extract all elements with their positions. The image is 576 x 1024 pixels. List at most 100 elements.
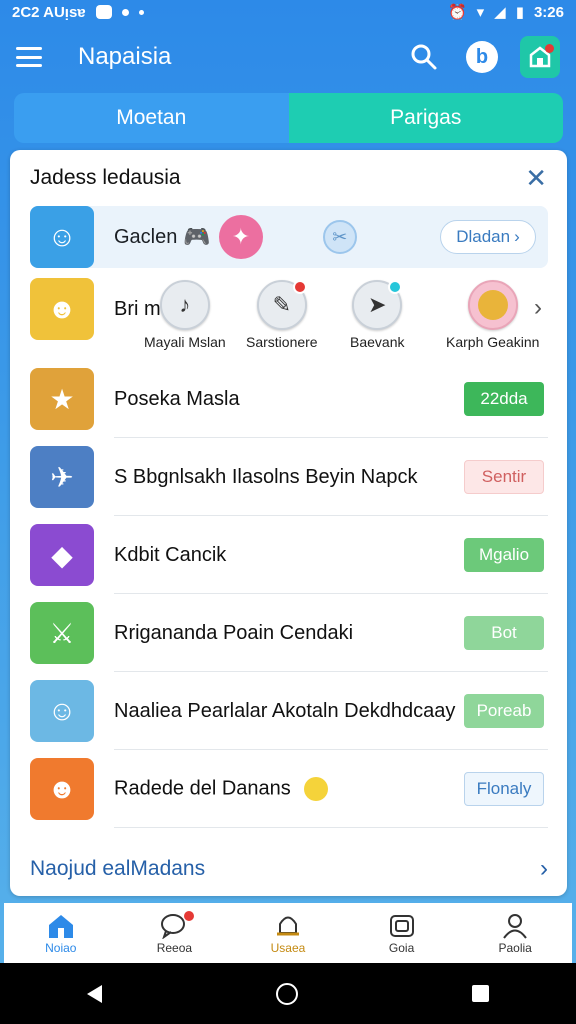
item-thumbnail: ◆ [30,524,94,586]
shortcut-label: Mayali Mslan [144,334,226,350]
profile-avatar: b [466,41,498,73]
nav-label: Goia [388,941,415,955]
see-more-label: Naojud ealMadans [30,857,206,880]
bottom-navigation: Noiao Reeoa Usaea Goia Paolia [4,903,572,963]
shortcut-thumbnail: ☻ [30,278,94,340]
tools-icon: ✂ [322,220,357,254]
shortcut-label: Sarstionere [246,334,318,350]
nav-home[interactable]: Noiao [4,903,118,963]
item-thumbnail: ★ [30,368,94,430]
featured-thumbnail: ☺ [30,206,94,268]
battery-icon: ▮ [515,4,524,21]
notification-badge [545,44,554,53]
shortcut-row: ☻ Bri ma ♪ Mayali Mslan ✎ Sarstionere ➤ … [30,278,548,352]
nav-profile[interactable]: Paolia [458,903,572,963]
nav-label: Noiao [45,941,77,955]
nav-label: Reeoa [156,941,193,955]
status-left-text: 2C2 AUᴉsɐ [12,3,86,21]
music-note-icon: ♪ [159,280,210,330]
nav-label: Paolia [498,941,532,955]
featured-action-label: Dladan [456,227,511,246]
shortcut-item[interactable]: ♪ Mayali Mslan [144,280,226,350]
list-item[interactable]: ★ Poseka Masla 22dda [30,360,548,438]
nav-camera[interactable]: Goia [345,903,459,963]
shortcut-item[interactable]: Karph Geakinn [446,280,539,350]
item-name: Poseka Masla [114,388,240,410]
item-action-button[interactable]: Flonaly [464,772,544,806]
coin-icon [467,280,518,330]
home-icon [47,911,75,941]
status-time: 3:26 [533,3,564,21]
item-action-button[interactable]: Mgalio [464,538,544,572]
nav-chat[interactable]: Reeoa [118,903,232,963]
menu-icon[interactable] [16,47,42,67]
notification-badge [184,911,195,921]
alarm-icon: ⏰ [447,4,467,21]
shortcut-label: Karph Geakinn [446,334,540,350]
item-action-button[interactable]: Sentir [464,460,544,494]
dragon-icon: ✦ [218,215,263,259]
shortcut-item[interactable]: ➤ Baevank [350,280,404,350]
item-thumbnail: ☺ [30,680,94,742]
item-name: Kdbit Cancik [114,544,227,566]
shortcut-item[interactable]: ✎ Sarstionere [246,280,318,350]
card-title: Jadess ledausia [30,166,181,189]
navigation-icon: ➤ [352,280,403,330]
featured-action-button[interactable]: Dladan › [440,220,536,254]
item-name: Naaliea Pearlalar Akotaln Dekdhdcaay [114,700,456,722]
chevron-right-icon: › [514,227,520,246]
camera-icon [388,911,416,941]
game-icon: 🎮 [183,224,211,249]
notification-icon [95,5,112,19]
wrench-icon: ✎ [256,280,307,330]
game-list: ★ Poseka Masla 22dda ✈ S Bbgnlsakh Ilaso… [30,360,548,828]
app-title: Napaisia [78,43,172,70]
app-bar: Napaisia b [0,26,576,88]
featured-row[interactable]: ☺ Gaclen 🎮 ✦ ✂ Dladan › [30,206,548,268]
signal-icon: ◢ [494,4,506,21]
tab-parigas[interactable]: Parigas [288,93,563,143]
status-bar: 2C2 AUᴉsɐ ⏰ ▾ ◢ ▮ 3:26 [0,0,576,24]
chevron-right-icon[interactable]: › [534,294,542,322]
tab-bar: Moetan Parigas [14,93,563,143]
store-icon [520,36,560,78]
item-name: S Bbgnlsakh Ilasolns Beyin Napck [114,466,418,488]
item-thumbnail: ✈ [30,446,94,508]
shortcut-label: Baevank [350,334,405,350]
list-item[interactable]: ◆ Kdbit Cancik Mgalio [30,516,548,594]
see-more-link[interactable]: Naojud ealMadans › [30,855,548,883]
store-button[interactable] [520,36,560,78]
recents-icon[interactable] [472,985,489,1002]
item-name: Radede del Danans [114,777,464,801]
close-icon[interactable]: ✕ [525,163,547,194]
list-item[interactable]: ⚔ Rrigananda Poain Cendaki Bot [30,594,548,672]
tab-moetan[interactable]: Moetan [14,93,289,143]
item-action-button[interactable]: Poreab [464,694,544,728]
emoji-icon [304,777,329,801]
search-icon [411,44,437,70]
home-button-icon[interactable] [276,982,298,1005]
nav-notifications[interactable]: Usaea [231,903,345,963]
person-icon [501,911,529,941]
list-item[interactable]: ☺ Naaliea Pearlalar Akotaln Dekdhdcaay P… [30,672,548,750]
back-icon[interactable] [87,984,102,1003]
dot-icon [121,8,129,16]
content-card: Jadess ledausia ✕ ☺ Gaclen 🎮 ✦ ✂ Dladan … [10,150,567,896]
list-item[interactable]: ☻ Radede del Danans Flonaly [30,750,548,828]
nav-label: Usaea [270,941,306,955]
item-thumbnail: ⚔ [30,602,94,664]
chat-icon [160,911,195,941]
item-name: Rrigananda Poain Cendaki [114,622,354,644]
list-item[interactable]: ✈ S Bbgnlsakh Ilasolns Beyin Napck Senti… [30,438,548,516]
chevron-right-icon: › [540,855,548,882]
item-name-text: Radede del Danans [114,777,291,800]
search-button[interactable] [404,37,444,77]
dot-icon [138,9,144,15]
wifi-icon: ▾ [476,4,485,21]
item-thumbnail: ☻ [30,758,94,820]
featured-name: Gaclen [114,225,178,248]
system-navigation-bar [0,963,576,1024]
item-action-button[interactable]: 22dda [464,382,544,416]
item-action-button[interactable]: Bot [464,616,544,650]
profile-button[interactable]: b [462,37,502,77]
